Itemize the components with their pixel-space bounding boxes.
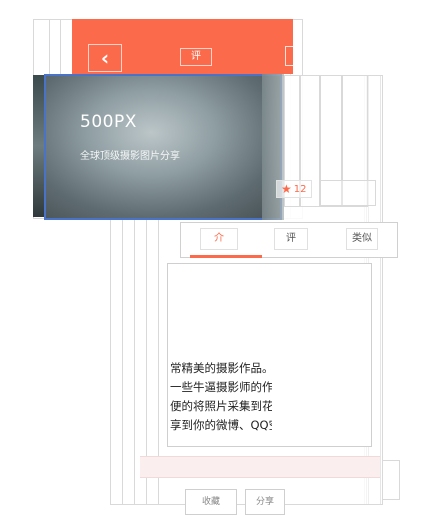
favorite-count[interactable]: ★ 12 bbox=[276, 180, 312, 198]
tab-intro[interactable]: 介 bbox=[200, 228, 238, 250]
back-button[interactable]: ‹ bbox=[88, 44, 122, 72]
header-title: 评 bbox=[180, 48, 212, 66]
star-icon: ★ bbox=[281, 182, 292, 196]
tab-similar[interactable]: 类似 bbox=[346, 228, 378, 250]
description-line: 一些牛逼摄影师的作品 bbox=[170, 380, 272, 394]
description-line: 享到你的微博、QQ空间 bbox=[170, 418, 272, 432]
collect-button[interactable]: 收藏 bbox=[185, 489, 237, 515]
share-button[interactable]: 分享 bbox=[245, 489, 285, 515]
menu-button[interactable] bbox=[285, 46, 299, 66]
active-tab-indicator bbox=[190, 255, 262, 258]
chevron-left-icon: ‹ bbox=[100, 46, 110, 70]
wireframe-layer bbox=[382, 460, 400, 500]
wireframe-layer bbox=[320, 180, 376, 206]
description-line: 便的将照片采集到花瓣 bbox=[170, 399, 272, 413]
app-title: 500PX bbox=[80, 112, 137, 132]
tab-comments[interactable]: 评 bbox=[274, 228, 308, 250]
hero-image-overlay bbox=[262, 74, 284, 220]
description-line: 常精美的摄影作品。在 bbox=[170, 361, 272, 375]
app-subtitle: 全球顶级摄影图片分享 bbox=[80, 151, 180, 162]
favorite-count-value: 12 bbox=[293, 183, 307, 195]
divider-strip bbox=[140, 456, 380, 478]
